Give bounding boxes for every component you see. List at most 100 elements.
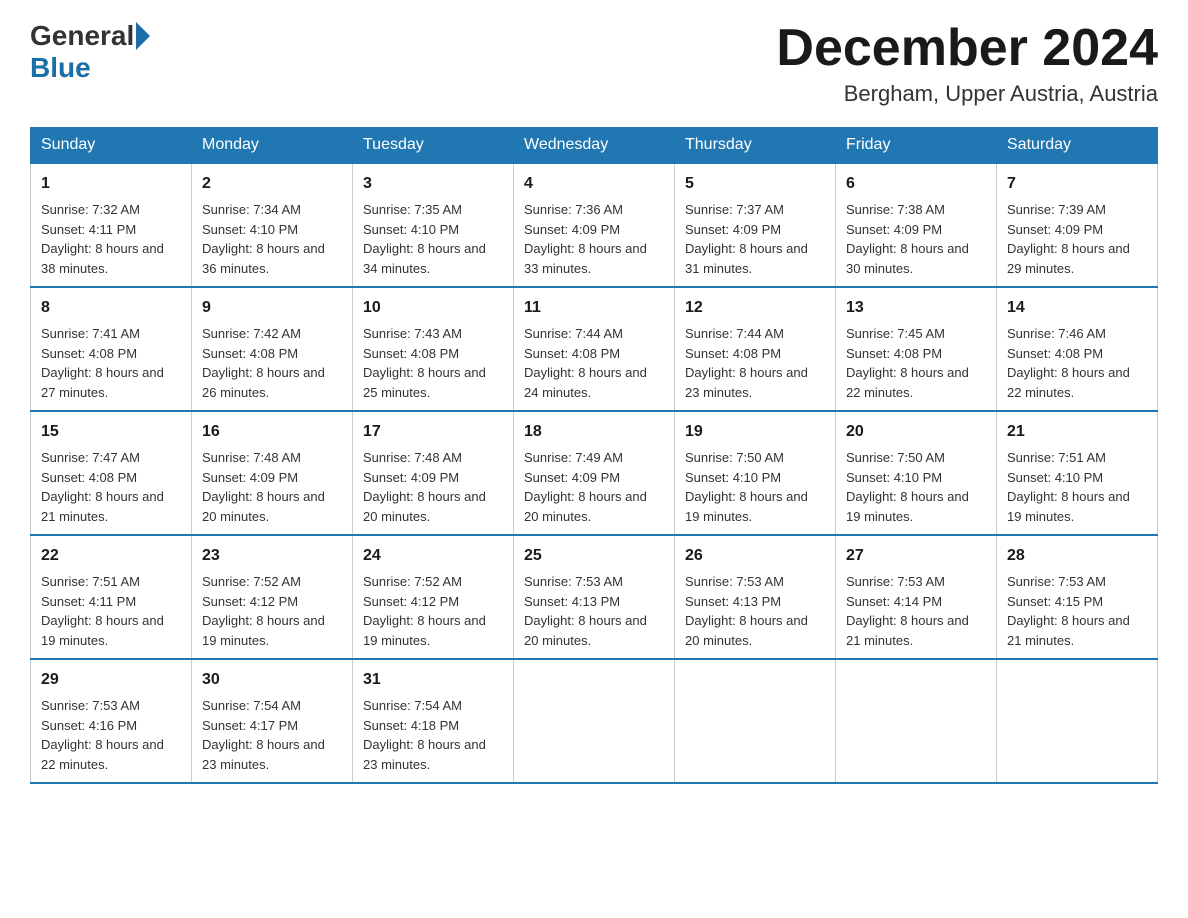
daylight-text: Daylight: 8 hours and 19 minutes. bbox=[846, 487, 986, 526]
table-row: 28 Sunrise: 7:53 AM Sunset: 4:15 PM Dayl… bbox=[997, 535, 1158, 659]
day-cell: 10 Sunrise: 7:43 AM Sunset: 4:08 PM Dayl… bbox=[363, 296, 503, 402]
day-number: 5 bbox=[685, 172, 825, 196]
title-section: December 2024 Bergham, Upper Austria, Au… bbox=[776, 20, 1158, 107]
sunset-text: Sunset: 4:14 PM bbox=[846, 592, 986, 612]
day-number: 4 bbox=[524, 172, 664, 196]
header-monday: Monday bbox=[192, 128, 353, 164]
month-year-title: December 2024 bbox=[776, 20, 1158, 77]
page-header: General Blue December 2024 Bergham, Uppe… bbox=[30, 20, 1158, 107]
calendar-week-row: 8 Sunrise: 7:41 AM Sunset: 4:08 PM Dayli… bbox=[31, 287, 1158, 411]
sunset-text: Sunset: 4:10 PM bbox=[202, 220, 342, 240]
day-number: 3 bbox=[363, 172, 503, 196]
day-cell: 16 Sunrise: 7:48 AM Sunset: 4:09 PM Dayl… bbox=[202, 420, 342, 526]
sunset-text: Sunset: 4:08 PM bbox=[846, 344, 986, 364]
table-row: 30 Sunrise: 7:54 AM Sunset: 4:17 PM Dayl… bbox=[192, 659, 353, 783]
day-number: 25 bbox=[524, 544, 664, 568]
table-row: 15 Sunrise: 7:47 AM Sunset: 4:08 PM Dayl… bbox=[31, 411, 192, 535]
daylight-text: Daylight: 8 hours and 33 minutes. bbox=[524, 239, 664, 278]
logo-general-text: General bbox=[30, 20, 134, 52]
day-cell: 14 Sunrise: 7:46 AM Sunset: 4:08 PM Dayl… bbox=[1007, 296, 1147, 402]
header-thursday: Thursday bbox=[675, 128, 836, 164]
sunrise-text: Sunrise: 7:39 AM bbox=[1007, 200, 1147, 220]
day-cell: 8 Sunrise: 7:41 AM Sunset: 4:08 PM Dayli… bbox=[41, 296, 181, 402]
sunset-text: Sunset: 4:08 PM bbox=[202, 344, 342, 364]
sunset-text: Sunset: 4:18 PM bbox=[363, 716, 503, 736]
table-row: 17 Sunrise: 7:48 AM Sunset: 4:09 PM Dayl… bbox=[353, 411, 514, 535]
table-row: 8 Sunrise: 7:41 AM Sunset: 4:08 PM Dayli… bbox=[31, 287, 192, 411]
day-number: 14 bbox=[1007, 296, 1147, 320]
table-row bbox=[997, 659, 1158, 783]
sunset-text: Sunset: 4:10 PM bbox=[363, 220, 503, 240]
table-row: 27 Sunrise: 7:53 AM Sunset: 4:14 PM Dayl… bbox=[836, 535, 997, 659]
table-row: 7 Sunrise: 7:39 AM Sunset: 4:09 PM Dayli… bbox=[997, 163, 1158, 287]
day-cell: 26 Sunrise: 7:53 AM Sunset: 4:13 PM Dayl… bbox=[685, 544, 825, 650]
day-number: 31 bbox=[363, 668, 503, 692]
table-row: 3 Sunrise: 7:35 AM Sunset: 4:10 PM Dayli… bbox=[353, 163, 514, 287]
sunset-text: Sunset: 4:09 PM bbox=[1007, 220, 1147, 240]
daylight-text: Daylight: 8 hours and 38 minutes. bbox=[41, 239, 181, 278]
sunset-text: Sunset: 4:11 PM bbox=[41, 592, 181, 612]
day-cell: 25 Sunrise: 7:53 AM Sunset: 4:13 PM Dayl… bbox=[524, 544, 664, 650]
sunrise-text: Sunrise: 7:32 AM bbox=[41, 200, 181, 220]
table-row: 10 Sunrise: 7:43 AM Sunset: 4:08 PM Dayl… bbox=[353, 287, 514, 411]
sunrise-text: Sunrise: 7:50 AM bbox=[685, 448, 825, 468]
sunset-text: Sunset: 4:16 PM bbox=[41, 716, 181, 736]
table-row: 2 Sunrise: 7:34 AM Sunset: 4:10 PM Dayli… bbox=[192, 163, 353, 287]
daylight-text: Daylight: 8 hours and 31 minutes. bbox=[685, 239, 825, 278]
header-tuesday: Tuesday bbox=[353, 128, 514, 164]
day-number: 17 bbox=[363, 420, 503, 444]
day-cell: 12 Sunrise: 7:44 AM Sunset: 4:08 PM Dayl… bbox=[685, 296, 825, 402]
day-cell: 11 Sunrise: 7:44 AM Sunset: 4:08 PM Dayl… bbox=[524, 296, 664, 402]
day-number: 30 bbox=[202, 668, 342, 692]
table-row: 14 Sunrise: 7:46 AM Sunset: 4:08 PM Dayl… bbox=[997, 287, 1158, 411]
table-row: 4 Sunrise: 7:36 AM Sunset: 4:09 PM Dayli… bbox=[514, 163, 675, 287]
sunrise-text: Sunrise: 7:37 AM bbox=[685, 200, 825, 220]
day-number: 11 bbox=[524, 296, 664, 320]
day-cell: 22 Sunrise: 7:51 AM Sunset: 4:11 PM Dayl… bbox=[41, 544, 181, 650]
day-number: 2 bbox=[202, 172, 342, 196]
sunrise-text: Sunrise: 7:45 AM bbox=[846, 324, 986, 344]
day-number: 27 bbox=[846, 544, 986, 568]
daylight-text: Daylight: 8 hours and 23 minutes. bbox=[363, 735, 503, 774]
table-row bbox=[675, 659, 836, 783]
day-number: 13 bbox=[846, 296, 986, 320]
day-number: 8 bbox=[41, 296, 181, 320]
daylight-text: Daylight: 8 hours and 19 minutes. bbox=[1007, 487, 1147, 526]
sunrise-text: Sunrise: 7:53 AM bbox=[685, 572, 825, 592]
day-cell: 24 Sunrise: 7:52 AM Sunset: 4:12 PM Dayl… bbox=[363, 544, 503, 650]
calendar-week-row: 29 Sunrise: 7:53 AM Sunset: 4:16 PM Dayl… bbox=[31, 659, 1158, 783]
sunrise-text: Sunrise: 7:49 AM bbox=[524, 448, 664, 468]
daylight-text: Daylight: 8 hours and 21 minutes. bbox=[41, 487, 181, 526]
day-number: 10 bbox=[363, 296, 503, 320]
sunset-text: Sunset: 4:13 PM bbox=[685, 592, 825, 612]
sunrise-text: Sunrise: 7:52 AM bbox=[363, 572, 503, 592]
daylight-text: Daylight: 8 hours and 29 minutes. bbox=[1007, 239, 1147, 278]
table-row: 1 Sunrise: 7:32 AM Sunset: 4:11 PM Dayli… bbox=[31, 163, 192, 287]
day-cell: 17 Sunrise: 7:48 AM Sunset: 4:09 PM Dayl… bbox=[363, 420, 503, 526]
sunrise-text: Sunrise: 7:51 AM bbox=[1007, 448, 1147, 468]
sunrise-text: Sunrise: 7:47 AM bbox=[41, 448, 181, 468]
daylight-text: Daylight: 8 hours and 24 minutes. bbox=[524, 363, 664, 402]
day-cell: 21 Sunrise: 7:51 AM Sunset: 4:10 PM Dayl… bbox=[1007, 420, 1147, 526]
daylight-text: Daylight: 8 hours and 21 minutes. bbox=[1007, 611, 1147, 650]
sunset-text: Sunset: 4:08 PM bbox=[363, 344, 503, 364]
day-cell: 31 Sunrise: 7:54 AM Sunset: 4:18 PM Dayl… bbox=[363, 668, 503, 774]
sunrise-text: Sunrise: 7:35 AM bbox=[363, 200, 503, 220]
header-saturday: Saturday bbox=[997, 128, 1158, 164]
table-row: 21 Sunrise: 7:51 AM Sunset: 4:10 PM Dayl… bbox=[997, 411, 1158, 535]
sunrise-text: Sunrise: 7:48 AM bbox=[363, 448, 503, 468]
daylight-text: Daylight: 8 hours and 23 minutes. bbox=[685, 363, 825, 402]
daylight-text: Daylight: 8 hours and 22 minutes. bbox=[41, 735, 181, 774]
sunrise-text: Sunrise: 7:54 AM bbox=[202, 696, 342, 716]
daylight-text: Daylight: 8 hours and 25 minutes. bbox=[363, 363, 503, 402]
day-number: 9 bbox=[202, 296, 342, 320]
logo: General Blue bbox=[30, 20, 152, 84]
day-cell: 13 Sunrise: 7:45 AM Sunset: 4:08 PM Dayl… bbox=[846, 296, 986, 402]
day-number: 6 bbox=[846, 172, 986, 196]
sunset-text: Sunset: 4:10 PM bbox=[685, 468, 825, 488]
day-cell: 15 Sunrise: 7:47 AM Sunset: 4:08 PM Dayl… bbox=[41, 420, 181, 526]
sunrise-text: Sunrise: 7:43 AM bbox=[363, 324, 503, 344]
daylight-text: Daylight: 8 hours and 19 minutes. bbox=[41, 611, 181, 650]
daylight-text: Daylight: 8 hours and 34 minutes. bbox=[363, 239, 503, 278]
sunrise-text: Sunrise: 7:54 AM bbox=[363, 696, 503, 716]
